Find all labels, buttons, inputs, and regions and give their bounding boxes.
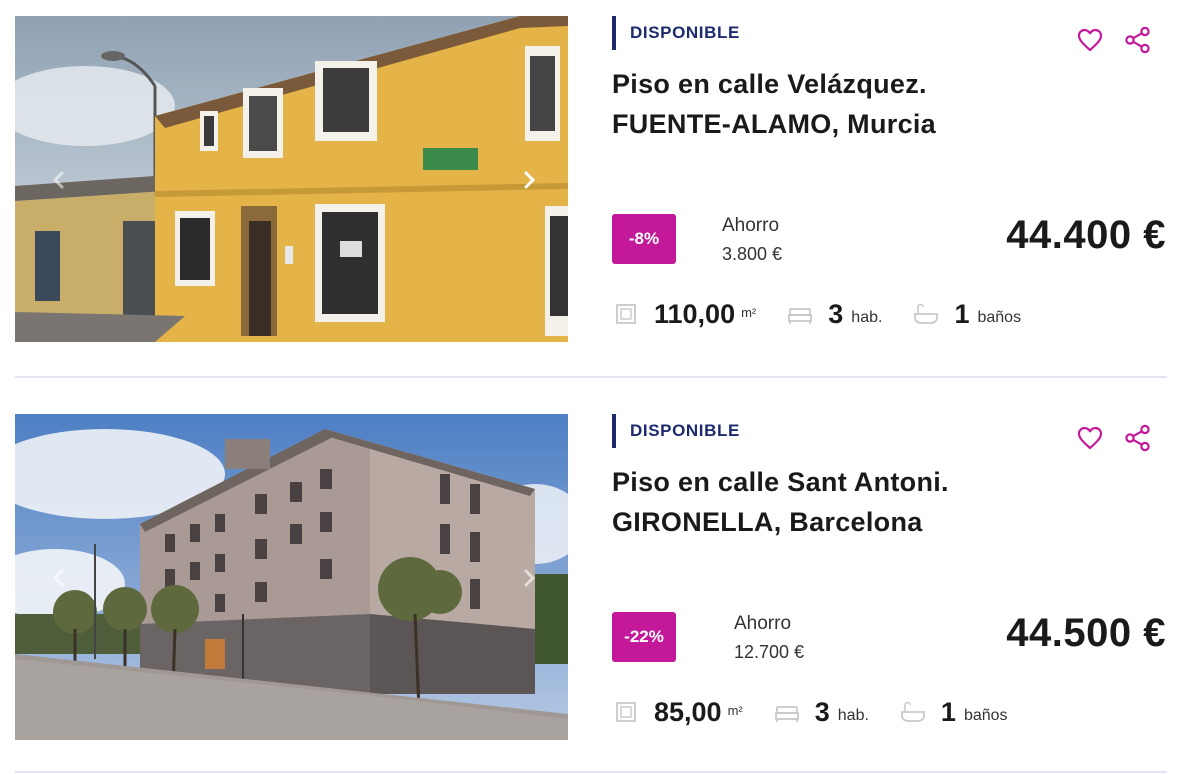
title-location: GIRONELLA, Barcelona [612,507,923,537]
photo-next-button[interactable] [515,166,543,194]
listing-card[interactable]: DISPONIBLE Piso en calle Sant Antoni. GI… [0,398,1200,774]
chevron-right-icon [524,171,536,189]
feature-area: 110,00 m² [612,299,756,330]
photo-next-button[interactable] [515,564,543,592]
chevron-right-icon [524,569,536,587]
divider [15,376,1167,378]
saving-amount: 12.700 € [734,642,805,662]
share-button[interactable] [1122,24,1154,56]
feature-rooms: 3 hab. [786,299,882,330]
listing-info: DISPONIBLE Piso en calle Velázquez. FUEN… [612,16,1168,346]
favorite-button[interactable] [1074,24,1106,56]
property-photo[interactable] [15,414,568,740]
photo-prev-button[interactable] [45,564,73,592]
discount-badge: -22% [612,612,676,662]
area-value: 85,00 [654,696,722,727]
rooms-value: 3 [814,696,830,727]
rooms-unit: hab. [837,707,869,724]
saving-amount: 3.800 € [722,244,783,264]
chevron-left-icon [52,171,64,189]
saving-label: Ahorro [734,613,792,634]
floor-plan-icon [612,698,640,726]
feature-rooms: 3 hab. [773,697,869,728]
saving-label: Ahorro [722,215,780,236]
photo-prev-button[interactable] [45,166,73,194]
favorite-button[interactable] [1074,422,1106,454]
features-row: 85,00 m² 3 hab. 1 baños [612,690,1038,734]
share-icon [1125,26,1150,54]
heart-icon [1077,426,1103,450]
listing-card[interactable]: DISPONIBLE Piso en calle Velázquez. FUEN… [0,0,1200,380]
saving-info: Ahorro 12.700 € [734,610,804,666]
floor-plan-icon [612,300,640,328]
baths-unit: baños [977,309,1022,326]
share-icon [1125,424,1150,452]
feature-baths: 1 baños [912,299,1021,330]
area-value: 110,00 [654,298,736,329]
listing-info: DISPONIBLE Piso en calle Sant Antoni. GI… [612,414,1168,744]
rooms-value: 3 [828,298,844,329]
chevron-left-icon [52,569,64,587]
property-photo[interactable] [15,16,568,342]
house-photo-illustration [15,16,568,342]
bed-icon [786,300,814,328]
divider [15,771,1167,773]
title-location: FUENTE-ALAMO, Murcia [612,109,937,139]
baths-value: 1 [954,298,970,329]
baths-unit: baños [963,707,1008,724]
bathtub-icon [912,300,940,328]
bed-icon [773,698,801,726]
heart-icon [1077,28,1103,52]
bathtub-icon [899,698,927,726]
price: 44.400 € [1006,213,1166,257]
listing-title[interactable]: Piso en calle Sant Antoni. GIRONELLA, Ba… [612,462,1152,542]
apartment-photo-illustration [15,414,568,740]
feature-baths: 1 baños [899,697,1008,728]
area-unit: m² [727,702,743,718]
baths-value: 1 [940,696,956,727]
features-row: 110,00 m² 3 hab. 1 baños [612,292,1051,336]
price: 44.500 € [1006,611,1166,655]
status-badge: DISPONIBLE [612,16,740,50]
feature-area: 85,00 m² [612,697,743,728]
listing-title[interactable]: Piso en calle Velázquez. FUENTE-ALAMO, M… [612,64,1152,144]
title-address: Piso en calle Sant Antoni. [612,467,949,497]
saving-info: Ahorro 3.800 € [722,212,782,268]
status-badge: DISPONIBLE [612,414,740,448]
area-unit: m² [741,304,757,320]
rooms-unit: hab. [851,309,883,326]
share-button[interactable] [1122,422,1154,454]
title-address: Piso en calle Velázquez. [612,69,927,99]
discount-badge: -8% [612,214,676,264]
